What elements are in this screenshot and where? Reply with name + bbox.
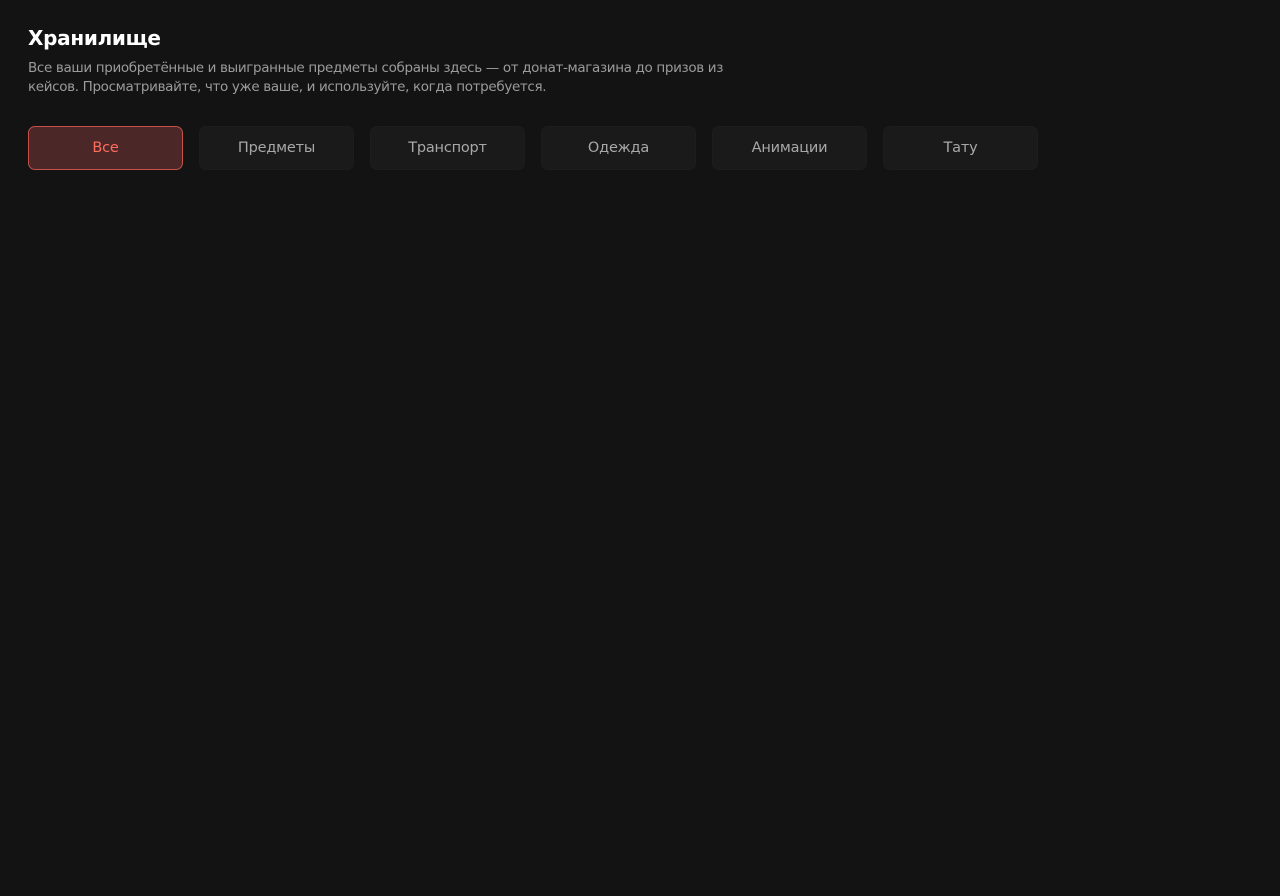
tab-transport[interactable]: Транспорт [370, 126, 525, 170]
tab-animations[interactable]: Анимации [712, 126, 867, 170]
tab-items[interactable]: Предметы [199, 126, 354, 170]
page-description: Все ваши приобретённые и выигранные пред… [28, 60, 724, 95]
tab-tattoos[interactable]: Тату [883, 126, 1038, 170]
storage-page: Хранилище Все ваши приобретённые и выигр… [0, 0, 1280, 896]
tab-all[interactable]: Все [28, 126, 183, 170]
category-tabs: Все Предметы Транспорт Одежда Анимации Т… [28, 126, 1252, 170]
page-title: Хранилище [28, 26, 161, 50]
tab-clothing[interactable]: Одежда [541, 126, 696, 170]
